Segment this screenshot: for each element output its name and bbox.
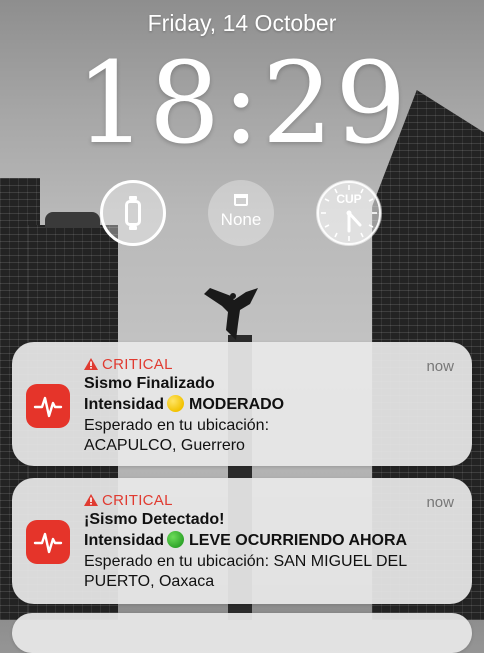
green-circle-icon bbox=[167, 531, 185, 548]
notification-title: ¡Sismo Detectado! bbox=[84, 511, 225, 528]
notification-body-line: Esperado en tu ubicación: SAN MIGUEL DEL bbox=[84, 553, 408, 570]
intensity-label: Intensidad bbox=[84, 396, 165, 413]
analog-clock-icon bbox=[317, 181, 381, 245]
app-icon bbox=[26, 384, 70, 428]
warning-icon bbox=[84, 358, 98, 370]
notification-title: Sismo Finalizado bbox=[84, 375, 215, 392]
intensity-value: LEVE OCURRIENDO AHORA bbox=[189, 532, 408, 549]
intensity-line: Intensidad LEVE OCURRIENDO AHORA bbox=[84, 531, 458, 551]
notification-time: now bbox=[426, 358, 454, 375]
warning-icon bbox=[84, 494, 98, 506]
calendar-widget[interactable]: None bbox=[208, 180, 274, 246]
clock-city-label: CUP bbox=[336, 192, 362, 206]
calendar-icon bbox=[234, 194, 248, 206]
lockscreen-time: 18:29 bbox=[75, 39, 409, 169]
lockscreen-date: Friday, 14 October bbox=[147, 10, 337, 36]
notification-time: now bbox=[426, 494, 454, 511]
app-icon bbox=[26, 520, 70, 564]
notification-body-line: PUERTO, Oaxaca bbox=[84, 573, 215, 590]
critical-text: CRITICAL bbox=[102, 356, 173, 373]
critical-label: CRITICAL bbox=[84, 492, 173, 509]
wallpaper-building-left-roof bbox=[45, 212, 100, 228]
wallpaper-angel-statue bbox=[204, 288, 258, 340]
notification-body-line: ACAPULCO, Guerrero bbox=[84, 437, 245, 454]
intensity-line: Intensidad MODERADO bbox=[84, 395, 458, 415]
notification-card[interactable]: CRITICAL now ¡Sismo Detectado! Intensida… bbox=[12, 478, 472, 604]
notification-card[interactable]: CRITICAL now Sismo Finalizado Intensidad… bbox=[12, 342, 472, 466]
notification-body-line: Esperado en tu ubicación: bbox=[84, 417, 270, 434]
yellow-circle-icon bbox=[167, 395, 185, 412]
heartbeat-icon bbox=[33, 396, 63, 418]
heartbeat-icon bbox=[33, 532, 63, 554]
critical-label: CRITICAL bbox=[84, 356, 173, 373]
world-clock-widget[interactable]: CUP bbox=[316, 180, 382, 246]
notification-card-partial[interactable] bbox=[12, 613, 472, 653]
calendar-widget-label: None bbox=[220, 210, 262, 229]
critical-text: CRITICAL bbox=[102, 492, 173, 509]
watch-icon bbox=[125, 196, 141, 230]
intensity-value: MODERADO bbox=[189, 396, 285, 413]
watch-battery-widget[interactable] bbox=[100, 180, 166, 246]
intensity-label: Intensidad bbox=[84, 532, 165, 549]
